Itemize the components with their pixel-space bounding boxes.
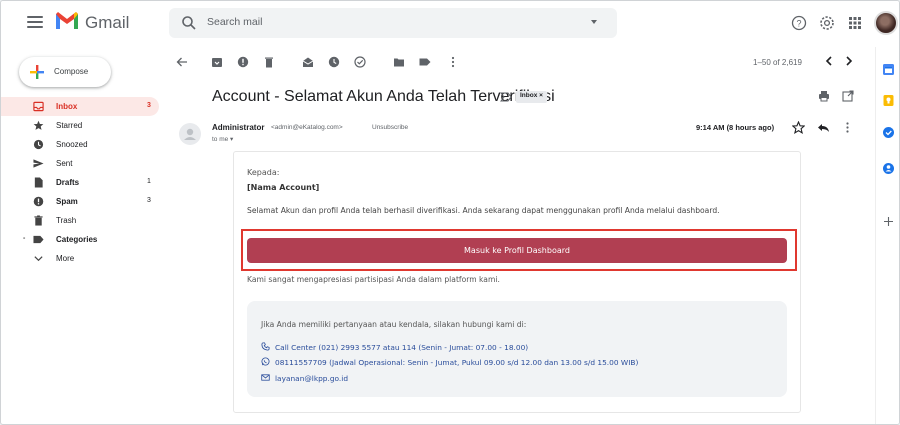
open-in-new-window-icon[interactable]: [842, 90, 854, 102]
gmail-window: Gmail Search mail ? Compose Inbox 3 Star…: [0, 0, 900, 425]
whatsapp-link[interactable]: 08111557709 (Jadwal Operasional: Senin -…: [261, 357, 638, 367]
sidebar-item-label: Inbox: [56, 102, 78, 111]
sidebar-item-label: Spam: [56, 197, 78, 206]
phone-icon: [261, 342, 270, 351]
sidebar-item-label: Trash: [56, 216, 77, 225]
sidebar-item-starred[interactable]: Starred: [1, 116, 161, 135]
archive-icon[interactable]: [211, 56, 223, 68]
mark-unread-icon[interactable]: [302, 56, 314, 68]
sidebar-item-label: More: [56, 254, 75, 263]
sidebar-nav: Inbox 3 Starred Snoozed Sent Drafts 1 Sp…: [1, 97, 161, 268]
verification-message: Selamat Akun dan profil Anda telah berha…: [247, 206, 720, 215]
draft-icon: [34, 177, 43, 188]
sidebar-item-label: Drafts: [56, 178, 80, 187]
contacts-icon[interactable]: [882, 162, 895, 175]
sender-email: <admin@eKatalog.com>: [271, 124, 343, 131]
greeting-text: Kepada:: [247, 168, 280, 177]
call-center-link[interactable]: Call Center (021) 2993 5577 atau 114 (Se…: [261, 342, 528, 352]
settings-icon[interactable]: [819, 15, 835, 31]
unsubscribe-link[interactable]: Unsubscribe: [372, 124, 408, 131]
trash-icon: [34, 215, 43, 226]
compose-button[interactable]: Compose: [19, 57, 111, 87]
recipient-details-toggle[interactable]: to me ▾: [212, 135, 233, 143]
top-bar: Gmail Search mail ?: [1, 1, 899, 47]
inbox-icon: [33, 101, 44, 112]
search-options-icon[interactable]: [591, 20, 597, 24]
mail-icon: [261, 374, 270, 381]
apps-grid-icon[interactable]: [847, 15, 863, 31]
move-to-icon[interactable]: [393, 56, 405, 68]
call-center-text: Call Center (021) 2993 5577 atau 114 (Se…: [275, 343, 529, 352]
sidebar-item-spam[interactable]: Spam 3: [1, 192, 161, 211]
star-icon: [33, 120, 44, 130]
print-icon[interactable]: [818, 90, 830, 102]
clock-icon: [33, 139, 44, 150]
sidebar-item-trash[interactable]: Trash: [1, 211, 161, 230]
support-email-link[interactable]: layanan@lkpp.go.id: [261, 373, 348, 383]
chevron-right-icon[interactable]: [843, 55, 855, 67]
labels-icon[interactable]: [419, 56, 431, 68]
gmail-logo-text[interactable]: Gmail: [85, 13, 129, 33]
main-menu-icon[interactable]: [27, 16, 43, 28]
delete-icon[interactable]: [263, 56, 275, 68]
help-icon[interactable]: ?: [791, 15, 807, 31]
snooze-icon[interactable]: [328, 56, 340, 68]
star-outline-icon[interactable]: [792, 121, 805, 134]
whatsapp-icon: [261, 357, 270, 366]
report-spam-icon[interactable]: [237, 56, 249, 68]
keep-icon[interactable]: [882, 94, 895, 107]
sidebar-item-snoozed[interactable]: Snoozed: [1, 135, 161, 154]
sidebar-item-label: Categories: [56, 235, 98, 244]
label-icon: [33, 235, 44, 244]
support-email-text: layanan@lkpp.go.id: [275, 374, 349, 383]
inbox-label-chip[interactable]: Inbox ×: [516, 91, 547, 103]
search-input[interactable]: Search mail: [207, 16, 262, 28]
unread-count: 3: [147, 102, 151, 109]
svg-text:?: ?: [796, 19, 801, 29]
sidebar-item-more[interactable]: More: [1, 249, 161, 268]
sender-avatar: [179, 123, 201, 145]
calendar-icon[interactable]: [882, 63, 895, 76]
person-icon: [184, 128, 196, 140]
tasks-icon[interactable]: [882, 126, 895, 139]
sidebar-item-label: Sent: [56, 159, 73, 168]
chevron-left-icon[interactable]: [823, 55, 835, 67]
back-arrow-icon[interactable]: [176, 56, 188, 68]
recipient-placeholder: [Nama Account]: [247, 183, 320, 192]
search-icon[interactable]: [181, 15, 197, 31]
sidebar-item-drafts[interactable]: Drafts 1: [1, 173, 161, 192]
sidebar-item-label: Starred: [56, 121, 83, 130]
appreciation-text: Kami sangat mengapresiasi partisipasi An…: [247, 275, 500, 284]
contact-question: Jika Anda memiliki pertanyaan atau kenda…: [261, 320, 527, 329]
compose-label: Compose: [54, 67, 89, 76]
sidebar-item-categories[interactable]: - Categories: [1, 230, 161, 249]
chevron-down-icon: [34, 256, 43, 262]
draft-count: 1: [147, 178, 151, 185]
search-bar[interactable]: Search mail: [169, 8, 617, 38]
spam-count: 3: [147, 197, 151, 204]
expand-arrow-icon[interactable]: -: [23, 235, 25, 242]
importance-marker-icon[interactable]: [500, 92, 512, 102]
dashboard-login-button[interactable]: Masuk ke Profil Dashboard: [247, 238, 787, 263]
plus-icon: [30, 65, 44, 79]
whatsapp-text: 08111557709 (Jadwal Operasional: Senin -…: [275, 358, 639, 367]
sidebar-item-label: Snoozed: [56, 140, 88, 149]
account-avatar[interactable]: [874, 11, 898, 35]
spam-icon: [33, 196, 44, 207]
sidebar-item-sent[interactable]: Sent: [1, 154, 161, 173]
gmail-logo-icon[interactable]: [55, 11, 79, 30]
sender-name: Administrator: [212, 123, 265, 132]
email-date: 9:14 AM (8 hours ago): [696, 123, 775, 132]
sidebar-item-inbox[interactable]: Inbox 3: [1, 97, 159, 116]
add-addon-icon[interactable]: [882, 215, 895, 228]
add-task-icon[interactable]: [354, 56, 366, 68]
pagination-text: 1–50 of 2,619: [753, 58, 802, 67]
message-more-options-icon[interactable]: [841, 121, 854, 134]
send-icon: [33, 159, 44, 168]
reply-icon[interactable]: [817, 121, 830, 134]
more-options-icon[interactable]: [447, 56, 459, 68]
